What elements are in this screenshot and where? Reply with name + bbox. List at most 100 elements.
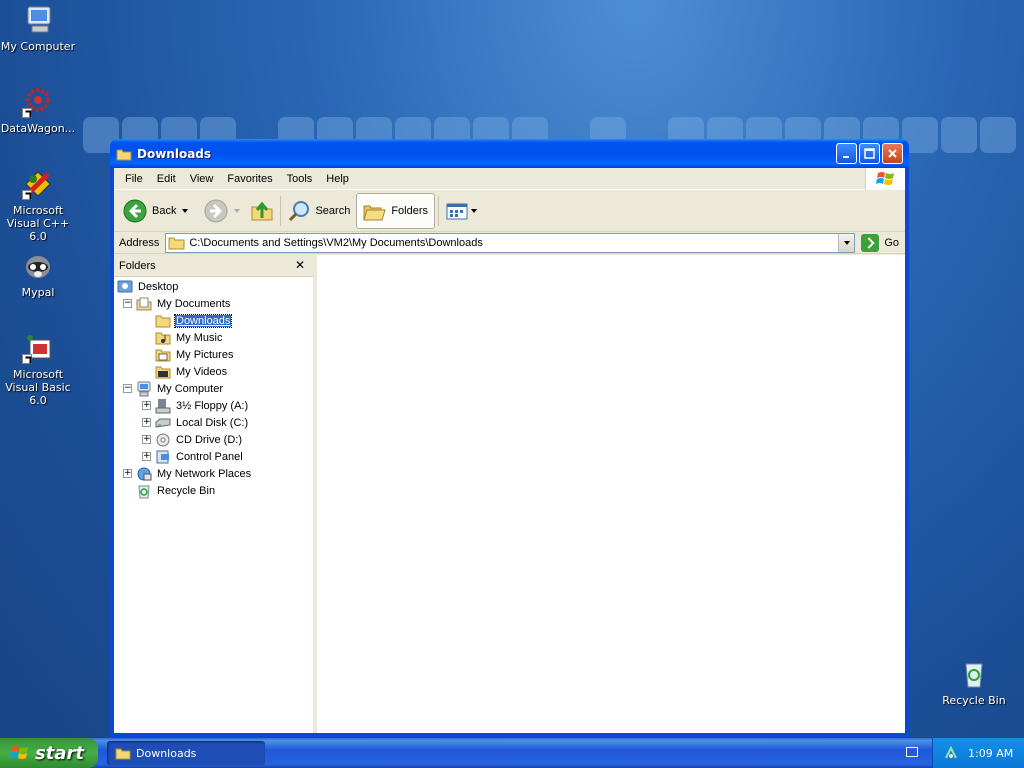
tree-item-network-places[interactable]: My Network Places [136, 465, 252, 482]
expand-icon[interactable]: + [142, 452, 151, 461]
address-label: Address [119, 236, 160, 249]
my-pictures-icon [155, 349, 171, 361]
desktop-icon-label: Microsoft Visual Basic 6.0 [5, 368, 71, 407]
tree-item-floppy[interactable]: 3½ Floppy (A:) [155, 397, 249, 414]
start-button[interactable]: start [0, 738, 98, 768]
folders-button[interactable]: Folders [356, 192, 436, 229]
recycle-bin-icon [958, 658, 990, 690]
folder-icon [168, 237, 185, 249]
tree-item-control-panel[interactable]: Control Panel [155, 448, 244, 465]
views-button[interactable] [442, 193, 480, 229]
close-icon [888, 149, 897, 158]
go-arrow-icon [861, 233, 880, 252]
explorer-window: Downloads File Edit View Favorites Tools… [110, 139, 909, 737]
close-button[interactable] [882, 143, 903, 164]
start-label: start [35, 742, 84, 764]
visual-basic-icon [22, 332, 54, 364]
desktop-icon [117, 280, 133, 292]
collapse-icon[interactable]: − [123, 384, 132, 393]
my-music-icon [155, 332, 171, 344]
folders-label: Folders [391, 204, 429, 217]
clock[interactable]: 1:09 AM [968, 747, 1013, 760]
recycle-bin-icon [138, 485, 150, 498]
my-computer-icon [137, 381, 151, 396]
desktop-icon-label: Mypal [21, 286, 55, 299]
back-button[interactable]: Back [120, 193, 191, 229]
go-button[interactable]: Go [861, 233, 900, 252]
taskbar-button-downloads[interactable]: Downloads [107, 741, 265, 765]
title-bar[interactable]: Downloads [110, 139, 909, 168]
desktop-icon-label: DataWagon... [0, 122, 76, 135]
tree-item-downloads[interactable]: Downloads [155, 312, 233, 329]
expand-icon[interactable]: + [142, 435, 151, 444]
desktop-icon-my-computer[interactable]: My Computer [0, 4, 76, 53]
tree-item-my-music[interactable]: My Music [155, 329, 223, 346]
maximize-icon [864, 148, 875, 159]
search-button[interactable]: Search [284, 193, 353, 229]
folder-icon [155, 315, 171, 327]
menu-tools[interactable]: Tools [280, 173, 320, 185]
my-videos-icon [155, 366, 171, 378]
menu-file[interactable]: File [118, 173, 150, 185]
address-bar: Address C:\Documents and Settings\VM2\My… [114, 232, 905, 254]
minimize-button[interactable] [836, 143, 857, 164]
file-list-pane[interactable] [314, 255, 905, 733]
tree-item-cd-drive[interactable]: CD Drive (D:) [155, 431, 243, 448]
desktop-icon-label: Recycle Bin [942, 694, 1006, 707]
close-pane-icon[interactable]: ✕ [295, 258, 305, 272]
hard-disk-icon [155, 418, 171, 428]
go-label: Go [884, 236, 900, 249]
floppy-icon [155, 398, 171, 413]
desktop-icon-recycle-bin[interactable]: Recycle Bin [936, 658, 1012, 707]
network-tray-icon[interactable] [943, 745, 959, 761]
tree-item-my-computer[interactable]: My Computer [136, 380, 224, 397]
views-dropdown-icon[interactable] [471, 208, 478, 213]
up-folder-button[interactable] [247, 193, 277, 229]
expand-icon[interactable]: + [142, 401, 151, 410]
expand-icon[interactable]: + [142, 418, 151, 427]
visual-cpp-icon [22, 168, 54, 200]
menu-bar: File Edit View Favorites Tools Help [114, 168, 905, 190]
taskbar-button-label: Downloads [136, 746, 197, 760]
views-icon [446, 203, 468, 219]
folders-pane-title: Folders [119, 259, 156, 272]
desktop-icon-visual-basic[interactable]: Microsoft Visual Basic 6.0 [0, 332, 76, 407]
minimize-icon [843, 156, 849, 158]
tree-item-my-pictures[interactable]: My Pictures [155, 346, 234, 363]
windows-flag-icon [10, 746, 28, 759]
my-documents-icon [136, 297, 152, 310]
desktop-icon-datawagon[interactable]: DataWagon... [0, 86, 76, 135]
network-places-icon [137, 467, 152, 480]
keyboard-icon[interactable] [906, 747, 918, 757]
chevron-down-icon [843, 240, 850, 245]
desktop-icon-visual-cpp[interactable]: Microsoft Visual C++ 6.0 [0, 168, 76, 243]
forward-button[interactable] [201, 193, 243, 229]
expand-icon[interactable]: + [123, 469, 132, 478]
system-tray: 1:09 AM [932, 738, 1024, 768]
folder-icon [115, 748, 131, 760]
back-dropdown-icon[interactable] [182, 208, 189, 213]
menu-favorites[interactable]: Favorites [220, 173, 279, 185]
desktop-icon-mypal[interactable]: Mypal [0, 250, 76, 299]
desktop-icon-label: Microsoft Visual C++ 6.0 [6, 204, 70, 243]
back-arrow-icon [123, 199, 147, 222]
address-dropdown-button[interactable] [838, 233, 855, 252]
search-icon [289, 200, 310, 221]
tree-item-desktop[interactable]: Desktop [117, 278, 179, 295]
menu-edit[interactable]: Edit [150, 173, 183, 185]
address-input[interactable]: C:\Documents and Settings\VM2\My Documen… [165, 232, 856, 253]
datawagon-icon [22, 86, 54, 118]
forward-arrow-icon [204, 199, 228, 222]
tree-item-local-disk[interactable]: Local Disk (C:) [155, 414, 249, 431]
menu-help[interactable]: Help [319, 173, 356, 185]
menu-view[interactable]: View [183, 173, 221, 185]
tree-item-my-videos[interactable]: My Videos [155, 363, 228, 380]
window-title: Downloads [137, 146, 212, 161]
up-folder-icon [251, 201, 273, 220]
maximize-button[interactable] [859, 143, 880, 164]
collapse-icon[interactable]: − [123, 299, 132, 308]
folders-icon [363, 205, 387, 220]
tree-item-recycle-bin[interactable]: Recycle Bin [136, 482, 216, 499]
tree-item-my-documents[interactable]: My Documents [136, 295, 231, 312]
forward-dropdown-icon [234, 208, 241, 213]
